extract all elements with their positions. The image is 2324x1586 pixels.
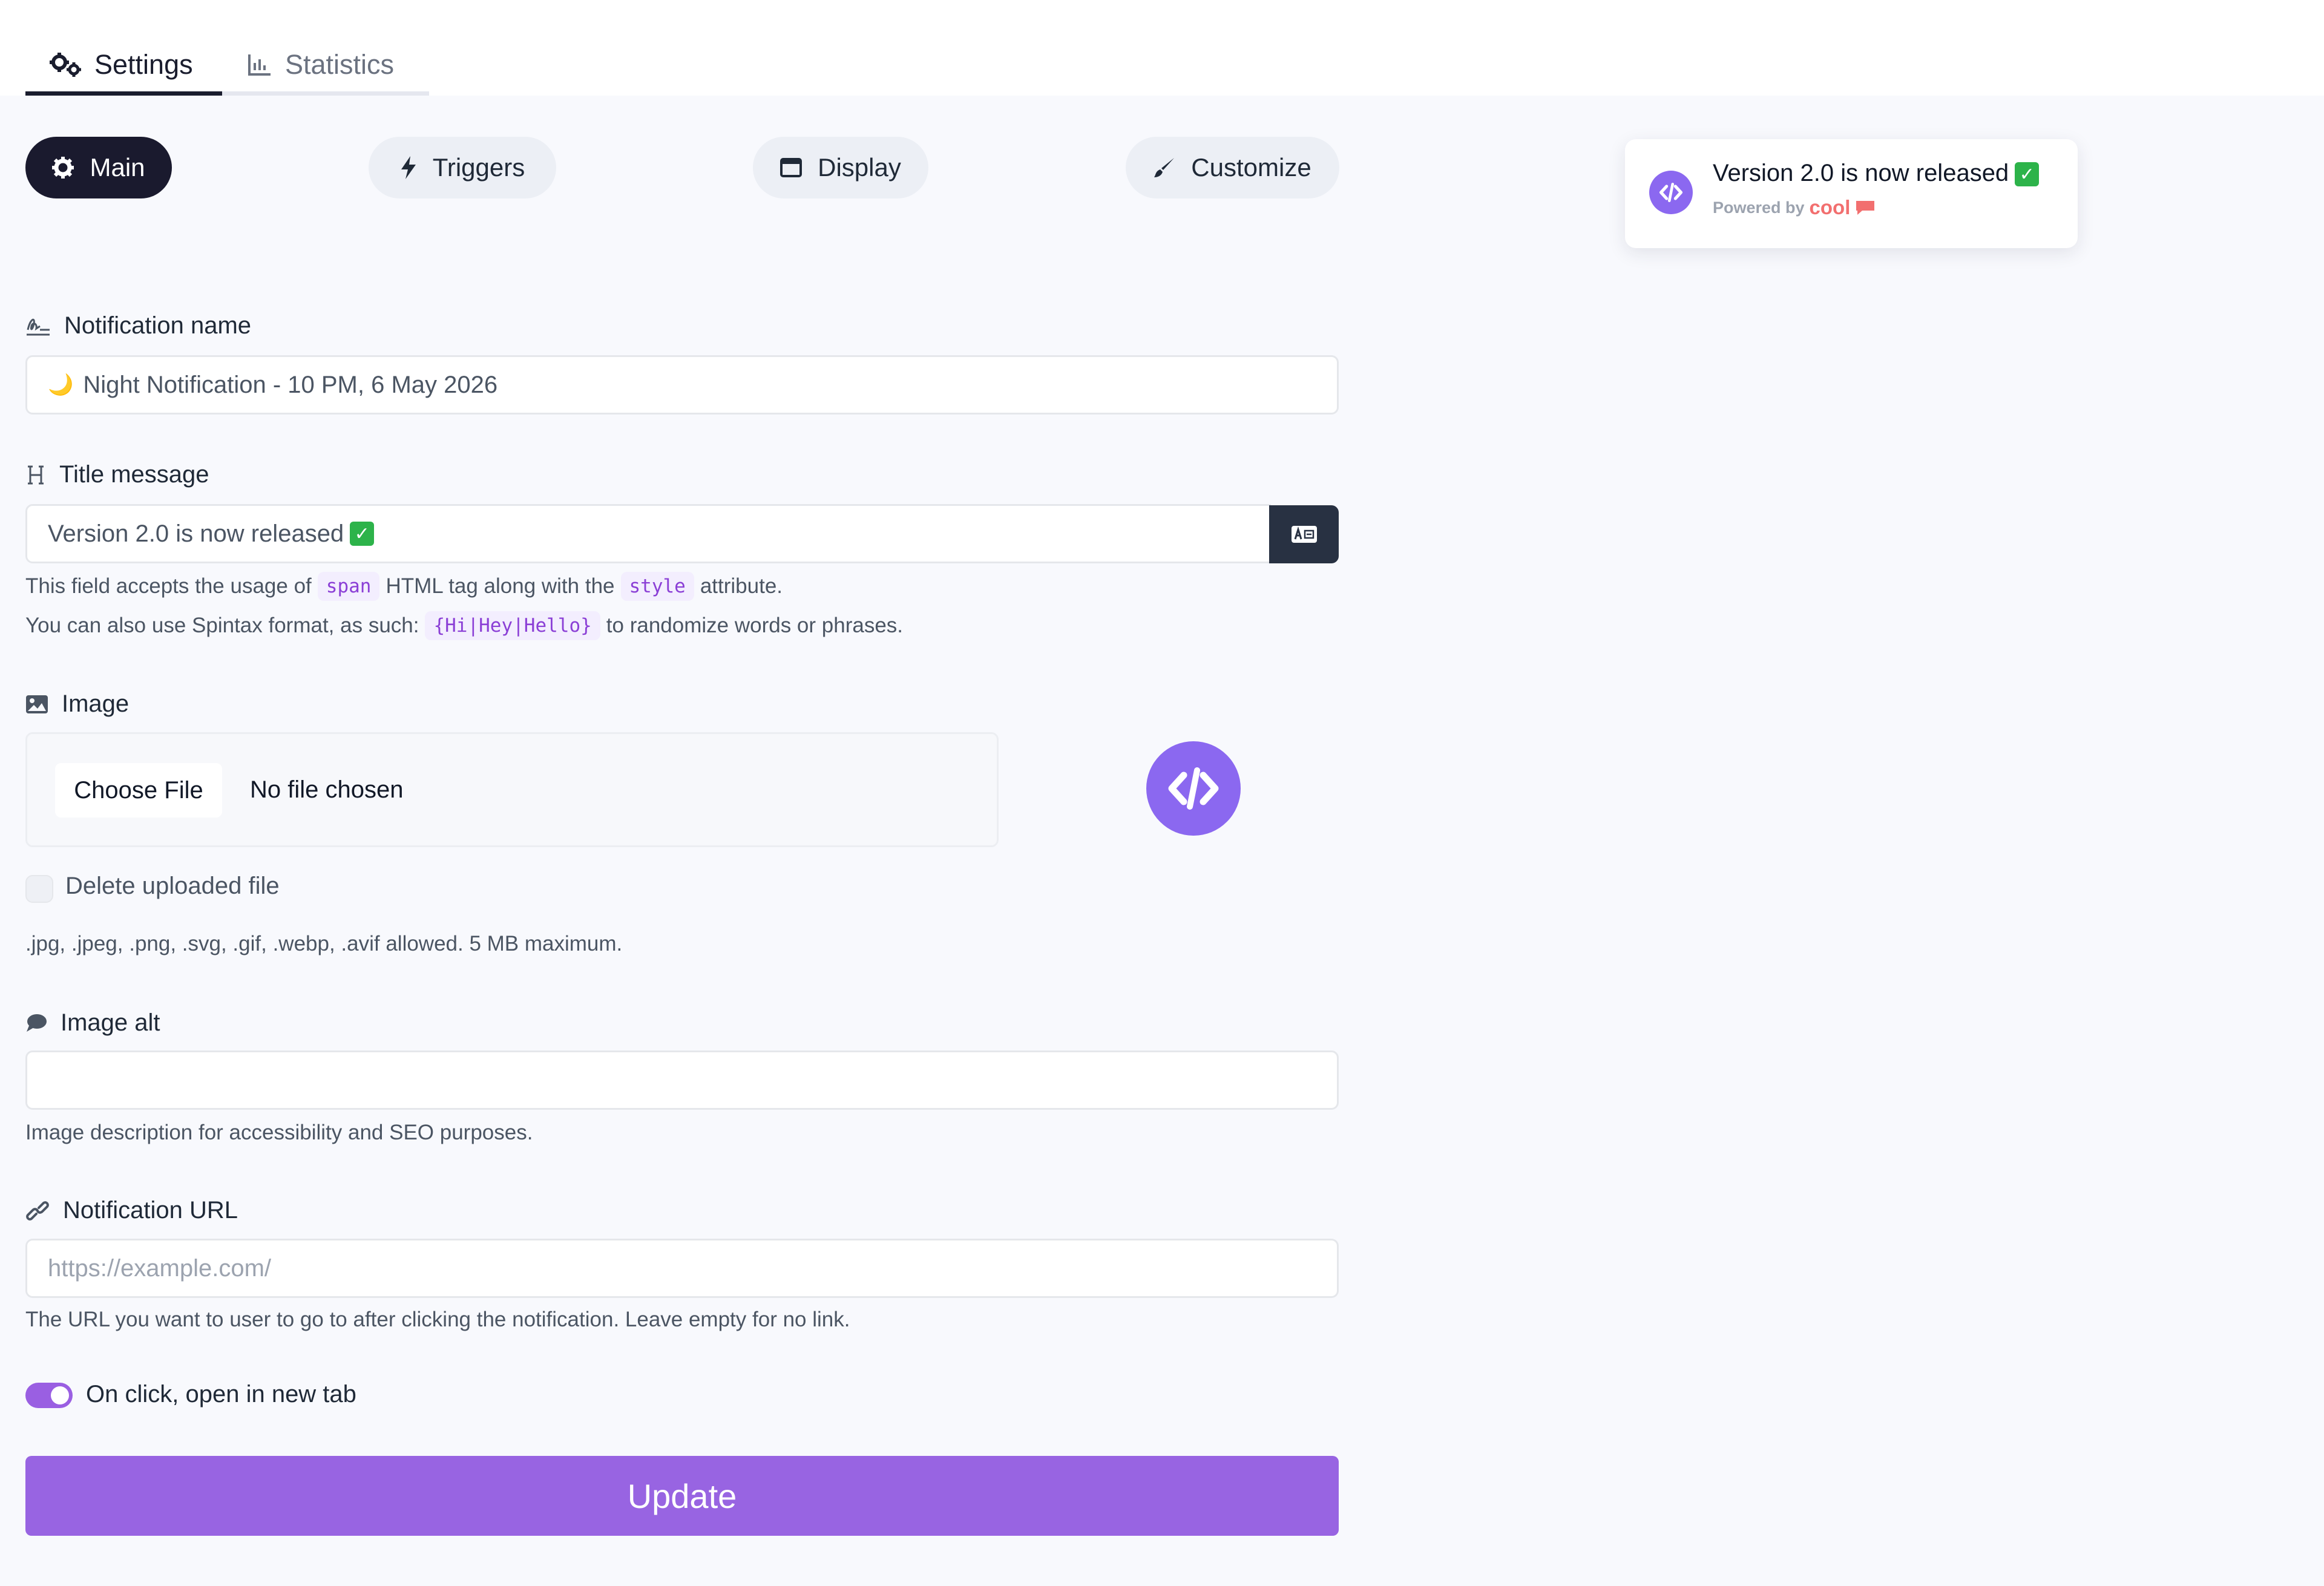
title-help-line-1: This field accepts the usage of span HTM…: [25, 572, 783, 601]
notification-name-label-row: Notification name: [25, 312, 251, 339]
code-tag-span: span: [317, 572, 380, 601]
update-button[interactable]: Update: [25, 1456, 1339, 1536]
title-message-input[interactable]: Version 2.0 is now released ✓: [25, 504, 1271, 563]
subtab-triggers[interactable]: Triggers: [369, 137, 556, 198]
powered-by[interactable]: Powered by cool: [1713, 196, 1876, 219]
image-label: Image: [62, 690, 130, 717]
subtab-main[interactable]: Main: [25, 137, 172, 198]
code-icon: [1659, 182, 1683, 203]
brand-logo: cool: [1809, 196, 1851, 218]
image-alt-label-row: Image alt: [25, 1009, 160, 1037]
image-label-row: Image: [25, 690, 129, 718]
code-tag-style: style: [620, 572, 694, 601]
preview-title-text: Version 2.0 is now released: [1713, 160, 2009, 186]
image-alt-input[interactable]: [25, 1050, 1339, 1110]
notification-url-placeholder: https://example.com/: [48, 1254, 272, 1282]
tab-statistics-label: Statistics: [285, 48, 395, 80]
check-emoji: ✓: [2015, 162, 2040, 187]
notification-url-input[interactable]: https://example.com/: [25, 1239, 1339, 1298]
open-in-new-tab-toggle[interactable]: [25, 1383, 73, 1408]
choose-file-button[interactable]: Choose File: [55, 763, 222, 818]
signature-icon: [27, 318, 50, 335]
subtab-main-label: Main: [90, 153, 145, 182]
chart-icon: [248, 54, 271, 76]
tab-statistics[interactable]: Statistics: [222, 38, 429, 96]
heading-icon: [28, 465, 44, 484]
toggle-knob: [51, 1386, 69, 1404]
help-text: attribute.: [700, 574, 783, 598]
delete-uploaded-file-checkbox[interactable]: [25, 875, 53, 903]
notification-url-label: Notification URL: [63, 1197, 238, 1224]
no-file-chosen-text: No file chosen: [250, 776, 404, 803]
brush-icon: [1154, 158, 1175, 177]
subtab-customize[interactable]: Customize: [1126, 137, 1339, 198]
image-alt-help: Image description for accessibility and …: [25, 1121, 533, 1144]
help-text: to randomize words or phrases.: [606, 614, 904, 637]
subtab-customize-label: Customize: [1191, 153, 1311, 182]
chat-bubble-icon: [1856, 201, 1875, 215]
subtab-display-label: Display: [818, 153, 901, 182]
text-editor-icon: [1291, 526, 1317, 543]
title-message-value: Version 2.0 is now released: [48, 520, 344, 547]
title-message-label-row: Title message: [25, 461, 209, 488]
preview-code-icon: [1649, 171, 1693, 214]
code-icon: [1168, 767, 1219, 810]
notification-name-label: Notification name: [64, 312, 252, 339]
link-icon: [26, 1201, 49, 1221]
bolt-icon: [401, 156, 416, 179]
gear-icon: [52, 157, 74, 179]
open-in-new-tab-label: On click, open in new tab: [86, 1381, 356, 1407]
notification-name-input[interactable]: 🌙 Night Notification - 10 PM, 6 May 2026: [25, 355, 1339, 415]
help-text: This field accepts the usage of: [25, 574, 312, 598]
subtab-triggers-label: Triggers: [432, 153, 525, 182]
notification-name-value: Night Notification - 10 PM, 6 May 2026: [83, 371, 498, 398]
help-text: HTML tag along with the: [386, 574, 615, 598]
title-help-line-2: You can also use Spintax format, as such…: [25, 611, 903, 640]
subtab-display[interactable]: Display: [753, 137, 928, 198]
tab-settings[interactable]: Settings: [25, 38, 222, 96]
notification-url-help: The URL you want to user to go to after …: [25, 1308, 850, 1331]
preview-title: Version 2.0 is now released ✓: [1713, 160, 2040, 187]
gears-icon: [50, 52, 81, 77]
delete-uploaded-file-label: Delete uploaded file: [65, 873, 280, 899]
window-icon: [780, 158, 803, 177]
title-message-label: Title message: [59, 461, 209, 488]
notification-preview[interactable]: Version 2.0 is now released ✓ Powered by …: [1625, 139, 2078, 248]
help-text: You can also use Spintax format, as such…: [25, 614, 419, 637]
comment-icon: [27, 1014, 47, 1032]
moon-emoji: 🌙: [48, 373, 74, 396]
tab-settings-label: Settings: [94, 48, 193, 80]
image-preview-code-icon: [1146, 741, 1241, 836]
open-text-editor-button[interactable]: [1269, 505, 1339, 563]
top-tab-bar: Settings Statistics: [0, 0, 2324, 96]
image-icon: [26, 695, 48, 713]
image-alt-label: Image alt: [61, 1009, 160, 1036]
code-tag-spintax: {Hi|Hey|Hello}: [425, 611, 600, 640]
file-input[interactable]: Choose File No file chosen: [25, 732, 999, 847]
check-emoji: ✓: [350, 522, 375, 546]
image-help: .jpg, .jpeg, .png, .svg, .gif, .webp, .a…: [25, 932, 623, 955]
notification-url-label-row: Notification URL: [25, 1197, 238, 1224]
powered-by-text: Powered by: [1713, 198, 1805, 217]
